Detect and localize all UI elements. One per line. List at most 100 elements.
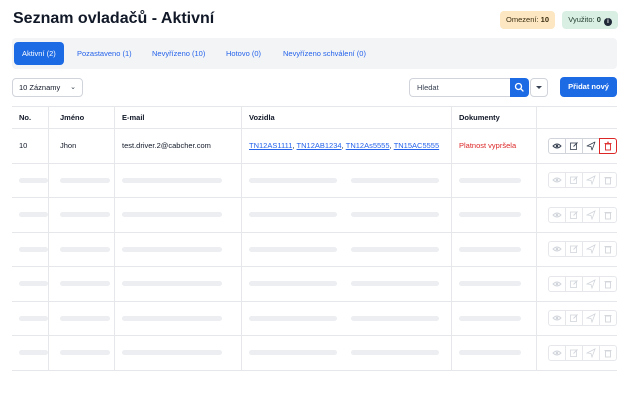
edit-button[interactable] [565,310,583,327]
edit-button[interactable] [565,241,583,258]
skeleton-cell [12,267,48,301]
send-icon [586,278,596,289]
skeleton-bar [459,177,521,183]
skeleton-cell [48,232,114,266]
edit-button[interactable] [565,275,583,292]
skeleton-cell [114,267,241,301]
search-input[interactable]: Hledat [409,78,510,97]
trash-icon [604,177,612,185]
delete-button[interactable] [599,310,617,327]
delete-button[interactable] [599,275,617,292]
send-icon [586,209,596,220]
add-new-button[interactable]: Přidat nový [560,77,617,97]
tab-suspended[interactable]: Pozastaveno (1) [69,42,140,65]
vehicle-link[interactable]: TN12AB1234 [297,141,342,150]
send-button[interactable] [582,172,600,189]
skeleton-cell [241,163,451,197]
vehicle-link[interactable]: TN12AS1111 [249,141,292,150]
edit-button[interactable] [565,206,583,223]
column-header-name[interactable]: Jméno [48,107,114,128]
skeleton-bar [122,350,222,356]
skeleton-cell [48,198,114,232]
skeleton-cell [114,336,241,370]
skeleton-cell [241,198,451,232]
skeleton-bar [249,212,337,218]
used-label: Využito: [568,15,595,24]
page-size-select[interactable]: 10 Záznamy ⌄ [12,78,83,97]
skeleton-cell [114,198,241,232]
search-placeholder: Hledat [417,83,439,92]
skeleton-bar [249,350,337,356]
send-button[interactable] [582,275,600,292]
skeleton-cell [114,301,241,335]
delete-button[interactable] [599,344,617,361]
view-button[interactable] [548,206,566,223]
send-icon [586,244,596,255]
page-title: Seznam ovladačů - Aktivní [13,10,215,27]
info-icon[interactable]: i [604,18,612,26]
skeleton-bar [351,246,439,252]
skeleton-bar [60,315,110,321]
view-button[interactable] [548,137,566,154]
skeleton-row [12,232,617,267]
cell-name: Jhon [48,129,114,163]
edit-button[interactable] [565,172,583,189]
cell-no: 10 [19,141,28,151]
skeleton-cell [12,233,48,267]
send-button[interactable] [582,137,600,154]
skeleton-row [12,198,617,233]
column-header-email[interactable]: E-mail [114,107,241,128]
view-button[interactable] [548,241,566,258]
skeleton-rows [12,163,617,371]
skeleton-bar [19,246,48,252]
status-tabs: Aktivní (2) Pozastaveno (1) Nevyřízeno (… [12,38,617,69]
send-button[interactable] [582,310,600,327]
edit-button[interactable] [565,344,583,361]
tab-pending-approval[interactable]: Nevyřízeno schválení (0) [275,42,374,65]
skeleton-bar [19,212,48,218]
cell-vehicles: TN12AS1111, TN12AB1234, TN12As5555, TN15… [241,129,451,163]
skeleton-cell [12,302,48,336]
skeleton-cell [241,267,451,301]
table-row: 10 Jhon test.driver.2@cabcher.com TN12AS… [12,129,617,164]
tab-active[interactable]: Aktivní (2) [14,42,64,65]
edit-icon [570,245,578,254]
vehicle-link[interactable]: TN12As5555 [346,141,390,150]
eye-icon [552,212,562,218]
row-actions [536,232,617,266]
delete-button[interactable] [599,172,617,189]
column-header-documents[interactable]: Dokumenty [451,107,536,128]
edit-button[interactable] [565,137,583,154]
view-button[interactable] [548,172,566,189]
view-button[interactable] [548,344,566,361]
view-button[interactable] [548,275,566,292]
column-header-vehicles[interactable]: Vozidla [241,107,451,128]
send-button[interactable] [582,241,600,258]
column-header-actions [536,107,617,128]
skeleton-cell [451,267,536,301]
vehicle-link[interactable]: TN15AC5555 [394,141,439,150]
delete-button[interactable] [599,241,617,258]
tab-pending[interactable]: Nevyřízeno (10) [144,42,213,65]
edit-icon [570,141,578,150]
row-actions [536,301,617,335]
row-actions [536,129,617,163]
row-actions [536,336,617,370]
table-header-row: No. Jméno E-mail Vozidla Dokumenty [12,107,617,129]
skeleton-bar [122,315,222,321]
skeleton-cell [12,198,48,232]
delete-button[interactable] [599,137,617,154]
send-button[interactable] [582,206,600,223]
search-filter-dropdown[interactable] [530,78,548,97]
skeleton-bar [351,315,439,321]
send-icon [586,347,596,358]
skeleton-bar [60,350,110,356]
skeleton-cell [12,164,48,198]
skeleton-cell [241,301,451,335]
search-button[interactable] [510,78,529,97]
send-button[interactable] [582,344,600,361]
view-button[interactable] [548,310,566,327]
tab-done[interactable]: Hotovo (0) [218,42,269,65]
column-header-no[interactable]: No. [12,107,48,128]
delete-button[interactable] [599,206,617,223]
